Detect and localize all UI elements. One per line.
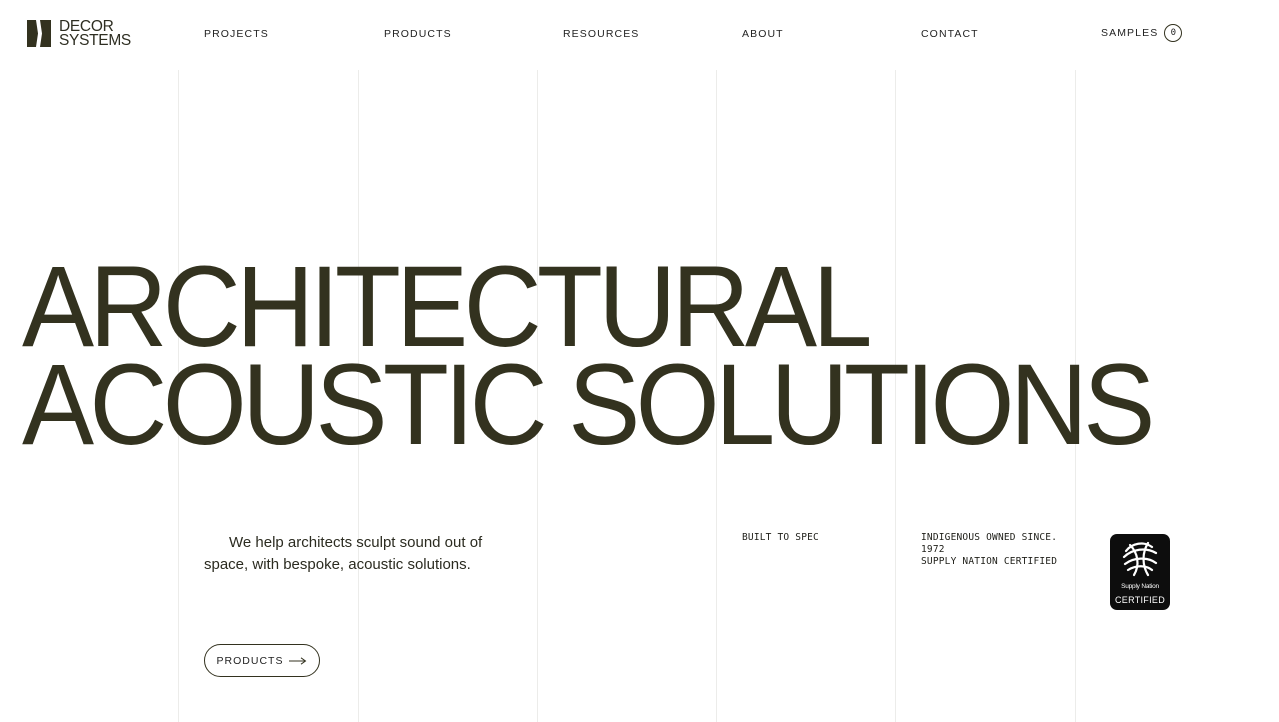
- arrow-right-icon: [289, 656, 307, 665]
- cert-line-1: Supply Nation: [1121, 583, 1159, 590]
- brand-line-2: SYSTEMS: [59, 31, 131, 49]
- samples-count-badge: 0: [1164, 24, 1183, 42]
- samples-label: SAMPLES: [1101, 27, 1159, 39]
- nav-projects[interactable]: PROJECTS: [204, 28, 269, 40]
- supply-nation-badge: Supply Nation CERTIFIED: [1110, 534, 1170, 610]
- brand-logo[interactable]: DECOR SYSTEMS: [27, 19, 131, 49]
- nav-products[interactable]: PRODUCTS: [384, 28, 452, 40]
- products-button[interactable]: PRODUCTS: [204, 644, 320, 677]
- brand-name: DECOR SYSTEMS: [59, 19, 131, 49]
- built-to-spec-text: BUILT TO SPEC: [742, 532, 819, 543]
- site-header: DECOR SYSTEMS PROJECTS PRODUCTS RESOURCE…: [0, 0, 1279, 70]
- nav-resources[interactable]: RESOURCES: [563, 28, 639, 40]
- products-button-label: PRODUCTS: [216, 654, 284, 667]
- supply-nation-emblem-icon: [1122, 541, 1158, 577]
- nav-contact[interactable]: CONTACT: [921, 28, 979, 40]
- cert-line-2: CERTIFIED: [1114, 595, 1166, 605]
- nav-samples[interactable]: SAMPLES 0: [1101, 24, 1183, 42]
- headline-line-2: ACOUSTIC SOLUTIONS: [22, 341, 1155, 469]
- logo-mark-icon: [27, 20, 51, 47]
- nav-about[interactable]: ABOUT: [742, 28, 784, 40]
- hero-headline: ARCHITECTURAL ACOUSTIC SOLUTIONS: [22, 250, 1223, 469]
- hero-tagline: We help architects sculpt sound out of s…: [204, 534, 483, 573]
- indigenous-owned-text: INDIGENOUS OWNED SINCE. 1972 SUPPLY NATI…: [921, 532, 1058, 567]
